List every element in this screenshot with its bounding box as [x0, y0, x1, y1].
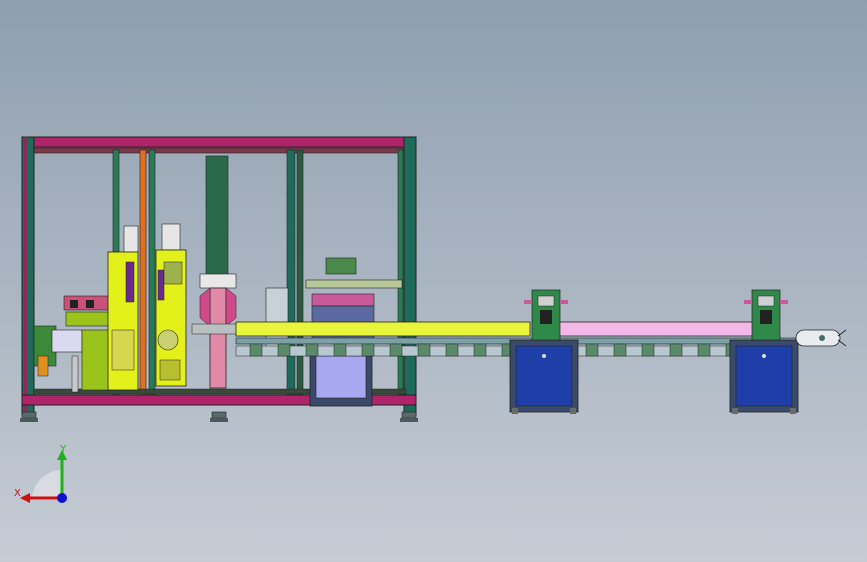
left-station	[33, 295, 113, 393]
cad-viewport[interactable]	[0, 0, 867, 562]
conveyor-block	[445, 343, 459, 357]
cabinet-2	[729, 339, 799, 414]
conveyor-block	[389, 343, 403, 357]
conveyor-block	[473, 343, 487, 357]
x-axis-label: X	[14, 488, 21, 499]
conveyor-end-cap	[795, 329, 847, 347]
press-unit-2	[155, 223, 187, 387]
conveyor-block	[585, 343, 599, 357]
conveyor-block	[417, 343, 431, 357]
press-unit-1	[107, 225, 139, 391]
conveyor-block	[249, 343, 263, 357]
conveyor-block	[613, 343, 627, 357]
conveyor-block	[669, 343, 683, 357]
triad-plane-arc	[32, 470, 62, 500]
coordinate-triad: Y X	[14, 444, 67, 503]
conveyor-block	[361, 343, 375, 357]
conveyor-block	[641, 343, 655, 357]
conveyor-block	[697, 343, 711, 357]
cabinet-1	[509, 339, 579, 414]
conveyor-block	[333, 343, 347, 357]
conveyor-block	[277, 343, 291, 357]
z-axis-dot	[57, 493, 67, 503]
y-axis-label: Y	[59, 444, 67, 455]
pink-guide-column	[191, 155, 241, 389]
conveyor-block	[305, 343, 319, 357]
